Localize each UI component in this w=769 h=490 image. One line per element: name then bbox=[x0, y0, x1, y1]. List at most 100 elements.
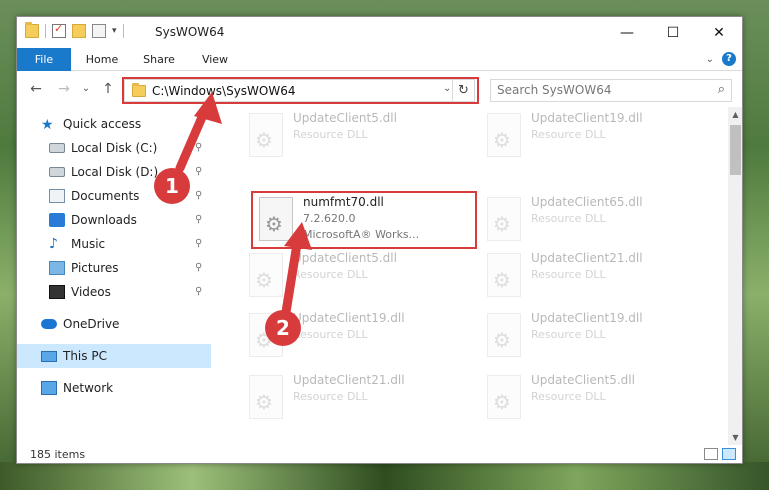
pin-icon[interactable]: ⚲ bbox=[195, 262, 202, 273]
window-title: SysWOW64 bbox=[155, 25, 225, 39]
file-tile[interactable]: UpdateClient21.dll Resource DLL bbox=[479, 247, 707, 303]
properties-icon[interactable] bbox=[52, 22, 66, 38]
item-count: 185 items bbox=[30, 448, 86, 461]
sidebar-item-music[interactable]: ♪ Music ⚲ bbox=[17, 232, 211, 256]
sidebar-item-local-disk-c[interactable]: Local Disk (C:) ⚲ bbox=[17, 136, 211, 160]
pictures-icon bbox=[49, 261, 65, 275]
file-name: UpdateClient5.dll bbox=[293, 111, 397, 125]
network-icon bbox=[41, 381, 57, 395]
file-name: UpdateClient19.dll bbox=[531, 311, 643, 325]
title-bar: ▾ SysWOW64 — ☐ ✕ bbox=[17, 17, 742, 48]
dll-file-icon bbox=[487, 197, 521, 241]
recent-locations-icon[interactable]: ⌄ bbox=[77, 80, 95, 98]
minimize-button[interactable]: — bbox=[604, 17, 650, 48]
file-name: UpdateClient21.dll bbox=[531, 251, 643, 265]
window-controls: — ☐ ✕ bbox=[604, 17, 742, 48]
search-box[interactable]: ⌕ bbox=[490, 79, 732, 102]
sidebar-item-this-pc[interactable]: This PC bbox=[17, 344, 211, 368]
toolbar-separator bbox=[122, 24, 124, 38]
navigation-pane: ★ Quick access Local Disk (C:) ⚲ Local D… bbox=[17, 112, 211, 445]
file-tile[interactable]: UpdateClient5.dll Resource DLL bbox=[479, 369, 707, 425]
file-name: UpdateClient21.dll bbox=[293, 373, 405, 387]
pin-icon[interactable]: ⚲ bbox=[195, 286, 202, 297]
file-list: UpdateClient5.dll Resource DLL UpdateCli… bbox=[215, 107, 727, 445]
file-name: UpdateClient19.dll bbox=[531, 111, 643, 125]
disk-icon bbox=[49, 167, 65, 177]
status-bar: 185 items bbox=[17, 445, 742, 463]
sidebar-item-label: Downloads bbox=[71, 213, 137, 227]
vertical-scrollbar[interactable]: ▲ ▼ bbox=[728, 107, 742, 445]
file-description: Resource DLL bbox=[531, 212, 606, 225]
pin-icon[interactable]: ⚲ bbox=[195, 214, 202, 225]
file-tile[interactable]: UpdateClient19.dll Resource DLL bbox=[241, 307, 469, 363]
tiles-view-icon[interactable] bbox=[722, 448, 736, 460]
file-highlight-box bbox=[251, 191, 477, 249]
onedrive-icon bbox=[41, 319, 57, 329]
sidebar-item-label: Quick access bbox=[63, 117, 142, 131]
dll-file-icon bbox=[249, 375, 283, 419]
close-button[interactable]: ✕ bbox=[696, 17, 742, 48]
downloads-icon bbox=[49, 213, 65, 227]
pin-icon[interactable]: ⚲ bbox=[195, 238, 202, 249]
search-input[interactable] bbox=[497, 83, 707, 97]
file-tile[interactable]: UpdateClient5.dll Resource DLL bbox=[241, 107, 469, 163]
search-icon[interactable]: ⌕ bbox=[718, 82, 725, 97]
sidebar-item-label: Local Disk (C:) bbox=[71, 141, 158, 155]
file-name: UpdateClient65.dll bbox=[531, 195, 643, 209]
sidebar-item-quick-access[interactable]: ★ Quick access bbox=[17, 112, 211, 136]
file-name: UpdateClient5.dll bbox=[531, 373, 635, 387]
sidebar-item-downloads[interactable]: Downloads ⚲ bbox=[17, 208, 211, 232]
sidebar-item-videos[interactable]: Videos ⚲ bbox=[17, 280, 211, 304]
scroll-down-icon[interactable]: ▼ bbox=[728, 430, 742, 445]
documents-icon bbox=[49, 189, 65, 203]
disk-icon bbox=[49, 143, 65, 153]
file-tile[interactable]: UpdateClient21.dll Resource DLL bbox=[241, 369, 469, 425]
sidebar-item-network[interactable]: Network bbox=[17, 376, 211, 400]
checklist-icon[interactable] bbox=[92, 24, 106, 38]
star-icon: ★ bbox=[41, 117, 54, 133]
pin-icon[interactable]: ⚲ bbox=[195, 190, 202, 201]
scroll-up-icon[interactable]: ▲ bbox=[728, 107, 742, 122]
tab-view[interactable]: View bbox=[193, 48, 237, 71]
file-description: Resource DLL bbox=[531, 128, 606, 141]
sidebar-item-label: This PC bbox=[63, 349, 107, 363]
view-toggle bbox=[704, 448, 736, 460]
file-description: Resource DLL bbox=[293, 328, 368, 341]
dll-file-icon bbox=[249, 113, 283, 157]
new-folder-icon[interactable] bbox=[72, 24, 86, 38]
tab-share[interactable]: Share bbox=[135, 48, 183, 71]
quick-access-toolbar: ▾ bbox=[25, 22, 124, 38]
this-pc-icon bbox=[41, 350, 57, 362]
scroll-thumb[interactable] bbox=[730, 125, 741, 175]
file-name: UpdateClient19.dll bbox=[293, 311, 405, 325]
file-tile[interactable]: UpdateClient5.dll Resource DLL bbox=[241, 247, 469, 303]
details-view-icon[interactable] bbox=[704, 448, 718, 460]
back-icon[interactable]: ← bbox=[27, 80, 45, 98]
file-tile[interactable]: UpdateClient19.dll Resource DLL bbox=[479, 307, 707, 363]
sidebar-item-label: Music bbox=[71, 237, 106, 251]
forward-icon[interactable]: → bbox=[55, 80, 73, 98]
up-icon[interactable]: ↑ bbox=[99, 80, 117, 98]
ribbon-tabs: File Home Share View ⌄ ? bbox=[17, 48, 742, 71]
expand-ribbon-icon[interactable]: ⌄ bbox=[706, 54, 714, 65]
sidebar-item-documents[interactable]: Documents ⚲ bbox=[17, 184, 211, 208]
desktop-background bbox=[0, 462, 769, 490]
tab-file[interactable]: File bbox=[17, 48, 71, 71]
file-tile[interactable]: UpdateClient19.dll Resource DLL bbox=[479, 107, 707, 163]
customize-toolbar-dropdown-icon[interactable]: ▾ bbox=[112, 26, 117, 36]
sidebar-item-onedrive[interactable]: OneDrive bbox=[17, 312, 211, 336]
file-description: Resource DLL bbox=[531, 390, 606, 403]
dll-file-icon bbox=[249, 313, 283, 357]
sidebar-item-label: Local Disk (D:) bbox=[71, 165, 159, 179]
sidebar-item-pictures[interactable]: Pictures ⚲ bbox=[17, 256, 211, 280]
ribbon-right-controls: ⌄ ? bbox=[706, 52, 736, 66]
file-tile[interactable]: UpdateClient65.dll Resource DLL bbox=[479, 191, 707, 247]
tab-home[interactable]: Home bbox=[77, 48, 127, 71]
maximize-button[interactable]: ☐ bbox=[650, 17, 696, 48]
file-description: Resource DLL bbox=[531, 328, 606, 341]
sidebar-item-local-disk-d[interactable]: Local Disk (D:) ⚲ bbox=[17, 160, 211, 184]
help-icon[interactable]: ? bbox=[722, 52, 736, 66]
pin-icon[interactable]: ⚲ bbox=[195, 142, 202, 153]
pin-icon[interactable]: ⚲ bbox=[195, 166, 202, 177]
file-description: Resource DLL bbox=[293, 390, 368, 403]
